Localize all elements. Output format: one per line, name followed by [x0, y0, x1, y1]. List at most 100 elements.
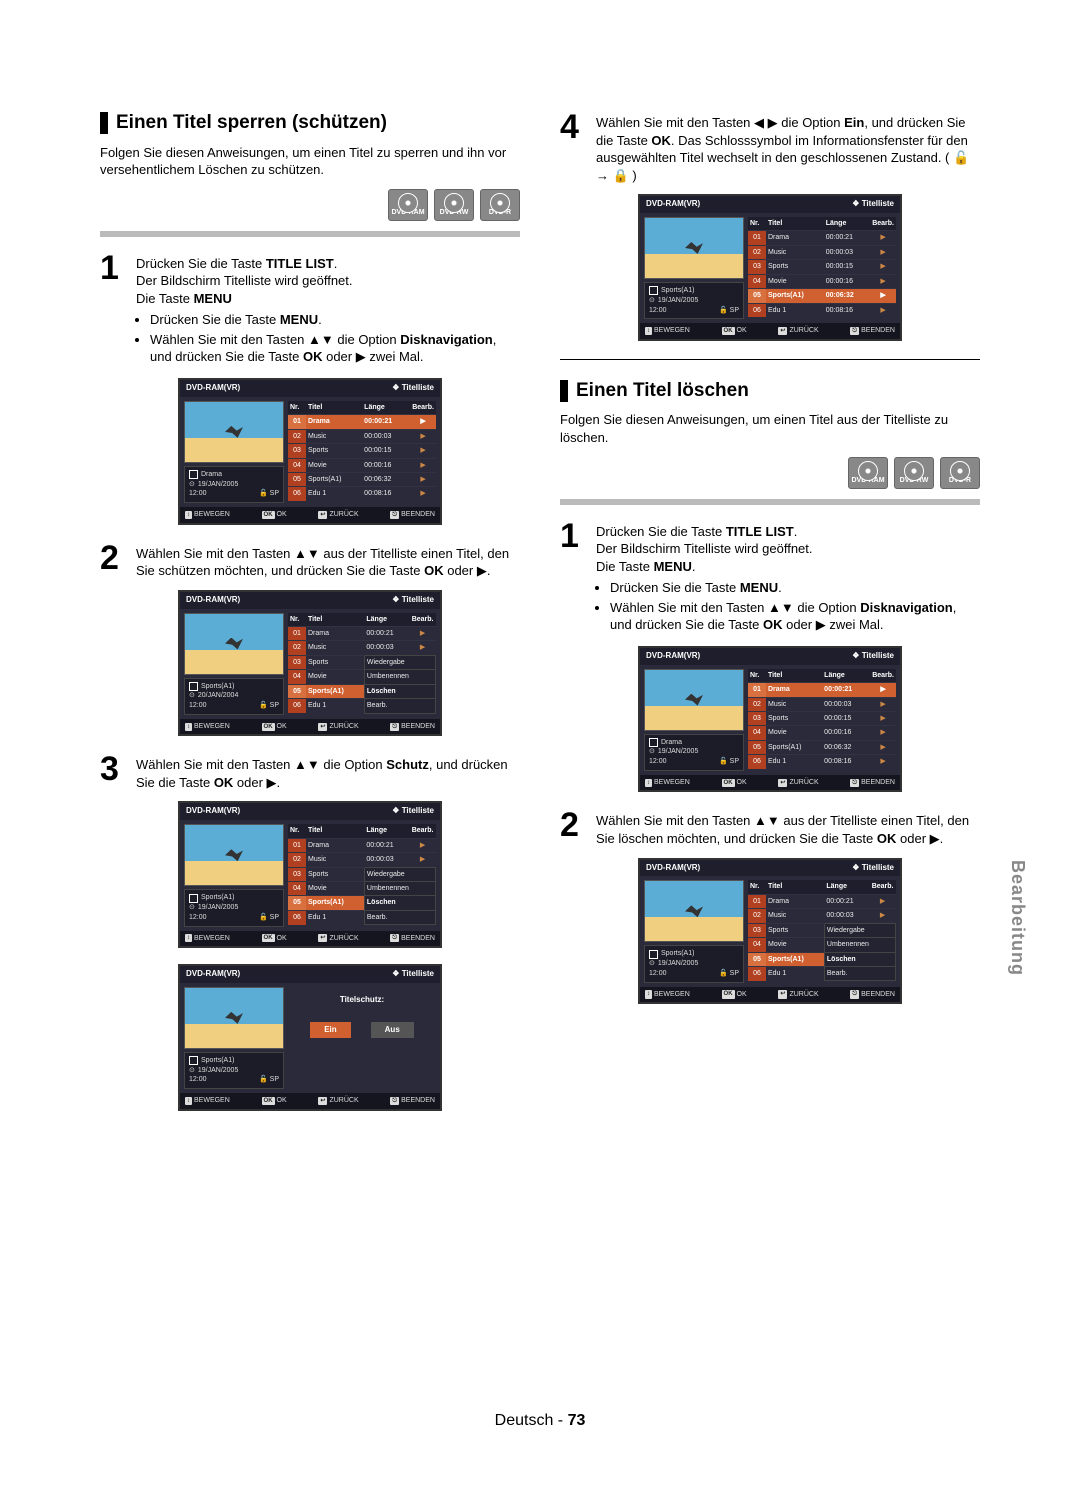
osd-titlelist: DVD-RAM(VR)❖ TitellisteDrama⊙ 19/JAN/200…	[178, 378, 442, 525]
title-row: 01Drama00:00:21▶	[288, 415, 436, 429]
right-column: 4 Wählen Sie mit den Tasten ◀ ▶ die Opti…	[560, 110, 980, 1127]
title-row: 01Drama00:00:21▶	[288, 626, 436, 640]
popup-btn-on: Ein	[310, 1022, 350, 1039]
title-row: 02Music00:00:03▶	[288, 853, 436, 867]
preview-thumbnail	[644, 880, 744, 942]
osd-header-right: ❖ Titelliste	[392, 806, 434, 817]
step-text: Wählen Sie mit den Tasten ▲▼ aus der Tit…	[136, 541, 520, 580]
page-footer: Deutsch - 73	[0, 1410, 1080, 1432]
title-row: 03Sports00:00:15▶	[748, 711, 896, 725]
title-row: 03Sports00:00:15▶	[288, 444, 436, 458]
title-row: 03SportsWiedergabe	[288, 655, 436, 669]
title-row: 02Music00:00:03▶	[288, 429, 436, 443]
title-table: Nr.TitelLängeBearb.01Drama00:00:21▶02Mus…	[288, 613, 436, 714]
title-row: 03SportsWiedergabe	[748, 923, 896, 937]
title-row: 06Edu 100:08:16▶	[288, 487, 436, 501]
step-text: Wählen Sie mit den Tasten ▲▼ aus der Tit…	[596, 808, 980, 847]
step-number: 3	[100, 752, 126, 791]
title-row: 05Sports(A1)00:06:32▶	[748, 740, 896, 754]
title-info: Sports(A1)⊙ 20/JAN/200412:00🔓 SP	[184, 678, 284, 715]
osd-titlelist-menu-schutz: DVD-RAM(VR) ❖ Titelliste Sports(A1)⊙ 19/JA…	[178, 801, 442, 948]
disc-dvd-r-icon: DVD-R	[480, 189, 520, 221]
separator	[100, 231, 520, 237]
title-row: 06Edu 1Bearb.	[288, 910, 436, 924]
disc-icons: DVD-RAM DVD-RW DVD-R	[560, 457, 980, 489]
osd-header-left: DVD-RAM(VR)	[186, 595, 240, 606]
preview-thumbnail	[184, 824, 284, 886]
title-row: 04MovieUmbenennen	[288, 882, 436, 896]
preview-thumbnail	[184, 401, 284, 463]
title-row: 01Drama00:00:21▶	[748, 683, 896, 697]
title-row: 02Music00:00:03▶	[748, 909, 896, 923]
title-row: 04Movie00:00:16▶	[748, 726, 896, 740]
title-row: 06Edu 1Bearb.	[748, 966, 896, 980]
osd-titlelist-menu: DVD-RAM(VR) ❖ Titelliste Sports(A1)⊙ 19/JA…	[638, 858, 902, 1005]
title-row: 05Sports(A1)00:06:32▶	[748, 289, 896, 303]
title-table: Nr.TitelLängeBearb.01Drama00:00:21▶02Mus…	[748, 669, 896, 769]
title-info: Sports(A1)⊙ 19/JAN/200512:00🔓 SP	[184, 889, 284, 926]
title-info: Sports(A1)⊙ 19/JAN/200512:00🔓 SP	[644, 945, 744, 982]
title-row: 01Drama00:00:21▶	[748, 894, 896, 908]
title-row: 05Sports(A1)Löschen	[748, 952, 896, 966]
title-table: Nr.TitelLängeBearb.01Drama00:00:21▶02Mus…	[748, 217, 896, 317]
osd-header-right: ❖ Titelliste	[852, 199, 894, 210]
osd-titlelist-menu: DVD-RAM(VR) ❖ Titelliste Sports(A1)⊙ 20/JA…	[178, 590, 442, 737]
step-text: Drücken Sie die Taste TITLE LIST. Der Bi…	[596, 519, 980, 636]
preview-thumbnail	[644, 669, 744, 731]
disc-dvd-rw-icon: DVD-RW	[894, 457, 934, 489]
title-row: 03Sports00:00:15▶	[748, 260, 896, 274]
title-row: 05Sports(A1)Löschen	[288, 896, 436, 910]
osd-header-left: DVD-RAM(VR)	[646, 863, 700, 874]
title-row: 04MovieUmbenennen	[288, 670, 436, 684]
separator	[560, 359, 980, 360]
title-row: 04MovieUmbenennen	[748, 938, 896, 952]
osd-header-left: DVD-RAM(VR)	[646, 199, 700, 210]
osd-header-left: DVD-RAM(VR)	[646, 651, 700, 662]
osd-header-left: DVD-RAM(VR)	[186, 383, 240, 394]
osd-titlelist: DVD-RAM(VR) ❖ Titelliste Drama⊙ 19/JAN/200…	[638, 646, 902, 793]
section-tab: Bearbeitung	[1006, 860, 1030, 976]
step-number: 2	[560, 808, 586, 847]
title-row: 06Edu 100:08:16▶	[748, 755, 896, 769]
preview-thumbnail	[644, 217, 744, 279]
title-table: Nr.TitelLängeBearb.01Drama00:00:21▶02Mus…	[748, 880, 896, 981]
title-info: Drama⊙ 19/JAN/200512:00🔓 SP	[644, 734, 744, 771]
title-row: 05Sports(A1)00:06:32▶	[288, 473, 436, 487]
osd-header-left: DVD-RAM(VR)	[186, 806, 240, 817]
step-number: 4	[560, 110, 586, 184]
osd-header-right: ❖ Titelliste	[852, 863, 894, 874]
osd-header-right: ❖ Titelliste	[392, 969, 434, 980]
title-row: 01Drama00:00:21▶	[288, 838, 436, 852]
title-row: 03SportsWiedergabe	[288, 867, 436, 881]
disc-icons: DVD-RAM DVD-RW DVD-R	[100, 189, 520, 221]
title-row: 05Sports(A1)Löschen	[288, 684, 436, 698]
left-column: Einen Titel sperren (schützen) Folgen Si…	[100, 110, 520, 1127]
osd-header-left: DVD-RAM(VR)	[186, 969, 240, 980]
title-info: Sports(A1)⊙ 19/JAN/200512:00🔓 SP	[184, 1052, 284, 1089]
step-text: Drücken Sie die Taste TITLE LIST. Der Bi…	[136, 251, 520, 368]
disc-dvd-ram-icon: DVD-RAM	[848, 457, 888, 489]
osd-header-right: ❖ Titelliste	[392, 595, 434, 606]
preview-thumbnail	[184, 613, 284, 675]
step-number: 1	[100, 251, 126, 368]
osd-header-right: ❖ Titelliste	[852, 651, 894, 662]
title-info: Drama⊙ 19/JAN/200512:00🔓 SP	[184, 466, 284, 503]
popup-title: Titelschutz:	[296, 995, 428, 1006]
separator	[560, 499, 980, 505]
heading-lock: Einen Titel sperren (schützen)	[116, 110, 387, 136]
preview-thumbnail	[184, 987, 284, 1049]
step-text: Wählen Sie mit den Tasten ▲▼ die Option …	[136, 752, 520, 791]
step-text: Wählen Sie mit den Tasten ◀ ▶ die Option…	[596, 110, 980, 184]
intro-lock: Folgen Sie diesen Anweisungen, um einen …	[100, 144, 520, 179]
title-row: 04Movie00:00:16▶	[748, 274, 896, 288]
title-info: Sports(A1)⊙ 19/JAN/200512:00🔓 SP	[644, 282, 744, 319]
title-table: Nr.TitelLängeBearb.01Drama00:00:21▶02Mus…	[288, 824, 436, 925]
title-row: 01Drama00:00:21▶	[748, 231, 896, 245]
disc-dvd-ram-icon: DVD-RAM	[388, 189, 428, 221]
step-number: 2	[100, 541, 126, 580]
title-row: 02Music00:00:03▶	[748, 697, 896, 711]
popup-btn-off: Aus	[371, 1022, 414, 1039]
osd-titlelist-locked: DVD-RAM(VR) ❖ Titelliste Sports(A1)⊙ 19/JA…	[638, 194, 902, 341]
intro-delete: Folgen Sie diesen Anweisungen, um einen …	[560, 411, 980, 446]
title-row: 02Music00:00:03▶	[288, 641, 436, 655]
